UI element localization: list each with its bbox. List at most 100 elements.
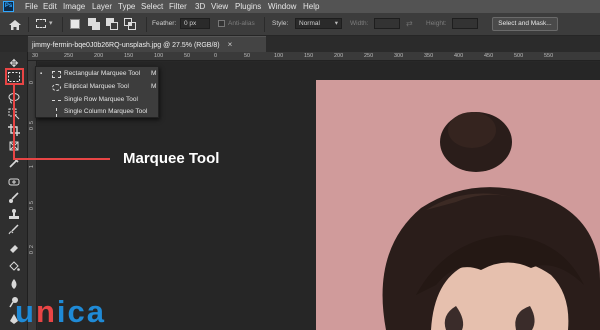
ruler-tick: 30 [32,53,39,59]
ruler-tick: 250 [64,53,74,59]
ruler-tick: 5 [29,121,35,125]
width-label: Width: [350,20,369,27]
menu-image[interactable]: Image [63,1,85,12]
feather-input[interactable]: 0 px [180,18,210,29]
document-tab[interactable]: jimmy-fermin-bqe0J0b26RQ-unsplash.jpg @ … [28,36,266,52]
unica-watermark-logo: unica [15,295,106,329]
ruler-tick: 550 [544,53,554,59]
clone-stamp-tool-icon[interactable] [4,206,24,222]
document-image[interactable] [316,80,600,330]
menu-select[interactable]: Select [141,1,163,12]
eraser-tool-icon[interactable] [4,240,24,256]
watermark-letter: c [67,294,87,329]
style-label: Style: [272,20,289,27]
chevron-down-icon: ▾ [49,20,53,27]
brush-tool-icon[interactable] [4,190,24,206]
flyout-item-shortcut: M [151,83,157,90]
flyout-item-label: Single Row Marquee Tool [64,96,138,103]
watermark-letter: a [86,294,106,329]
ruler-tick: 150 [304,53,314,59]
single-row-marquee-icon [52,100,61,101]
home-icon[interactable] [8,18,22,30]
divider [146,17,147,32]
watermark-letter: n [35,294,57,329]
tool-preset-picker[interactable]: ▾ [36,18,56,30]
menu-filter[interactable]: Filter [169,1,187,12]
callout-connector [13,158,110,160]
ruler-tick: 200 [94,53,104,59]
flyout-item-single-row-marquee[interactable]: Single Row Marquee Tool [38,94,158,106]
paint-bucket-tool-icon[interactable] [4,258,24,274]
ruler-tick: 300 [394,53,404,59]
photoshop-window: Ps File Edit Image Layer Type Select Fil… [0,0,600,330]
menu-type[interactable]: Type [118,1,135,12]
divider [28,17,29,32]
ruler-tick: 50 [244,53,251,59]
menu-view[interactable]: View [211,1,228,12]
menu-edit[interactable]: Edit [43,1,57,12]
flyout-item-elliptical-marquee[interactable]: Elliptical Marquee Tool M [38,81,158,93]
options-bar: ▾ Feather: 0 px Anti-alias Style: Normal… [0,13,600,36]
watermark-letter: i [56,294,68,329]
select-and-mask-button[interactable]: Select and Mask... [492,17,558,31]
divider [62,17,63,32]
selected-indicator-icon: ▪ [40,71,43,77]
ruler-tick: 2 [29,245,35,249]
ruler-tick: 0 [29,207,35,211]
intersect-selection-icon[interactable] [124,18,136,30]
subtract-from-selection-icon[interactable] [106,18,118,30]
elliptical-marquee-icon [52,84,61,91]
rectangular-marquee-icon [52,71,61,78]
ruler-tick: 0 [29,251,35,255]
divider [264,17,265,32]
style-select-value: Normal [299,20,320,27]
menu-layer[interactable]: Layer [92,1,112,12]
ruler-tick: 450 [484,53,494,59]
flyout-item-single-column-marquee[interactable]: Single Column Marquee Tool [38,106,158,118]
ruler-tick: 350 [424,53,434,59]
spot-healing-tool-icon[interactable] [4,174,24,190]
history-brush-tool-icon[interactable] [4,222,24,238]
ruler-tick: 100 [154,53,164,59]
ruler-tick: 0 [214,53,218,59]
style-select[interactable]: Normal ▾ [295,18,342,29]
ruler-tick: 400 [454,53,464,59]
marquee-tool-highlight [5,68,24,85]
watermark-letter: u [15,294,36,329]
chevron-down-icon: ▾ [334,20,338,27]
new-selection-icon[interactable] [70,19,80,29]
ruler-tick: 150 [124,53,134,59]
menu-help[interactable]: Help [303,1,319,12]
close-tab-icon[interactable]: × [228,40,233,49]
flyout-item-shortcut: M [151,70,157,77]
menu-plugins[interactable]: Plugins [235,1,261,12]
horizontal-ruler: 30 250 200 150 100 50 0 50 100 150 200 2… [28,52,600,61]
height-label: Height: [426,20,447,27]
flyout-item-rectangular-marquee[interactable]: ▪ Rectangular Marquee Tool M [38,68,158,80]
menu-3d[interactable]: 3D [195,1,205,12]
height-input[interactable] [452,18,478,29]
flyout-item-label: Single Column Marquee Tool [64,108,148,115]
menu-bar: Ps File Edit Image Layer Type Select Fil… [0,0,600,13]
portrait-photo [316,80,600,330]
ruler-tick: 200 [334,53,344,59]
antialias-checkbox[interactable] [218,20,225,27]
ruler-tick: 100 [274,53,284,59]
swap-icon[interactable]: ⇄ [406,19,413,28]
width-input[interactable] [374,18,400,29]
callout-label: Marquee Tool [123,150,220,167]
ruler-tick: 50 [184,53,191,59]
marquee-tools-flyout: ▪ Rectangular Marquee Tool M Elliptical … [35,66,159,118]
ruler-tick: 250 [364,53,374,59]
blur-tool-icon[interactable] [4,276,24,292]
document-tab-title: jimmy-fermin-bqe0J0b26RQ-unsplash.jpg @ … [32,42,220,49]
ruler-tick: 0 [29,127,35,131]
ruler-tick: 500 [514,53,524,59]
menu-window[interactable]: Window [268,1,296,12]
menu-file[interactable]: File [25,1,38,12]
single-column-marquee-icon [56,108,57,117]
antialias-label: Anti-alias [228,20,255,27]
feather-label: Feather: [152,20,177,27]
add-to-selection-icon[interactable] [88,18,100,30]
document-tab-bar: jimmy-fermin-bqe0J0b26RQ-unsplash.jpg @ … [0,36,600,52]
